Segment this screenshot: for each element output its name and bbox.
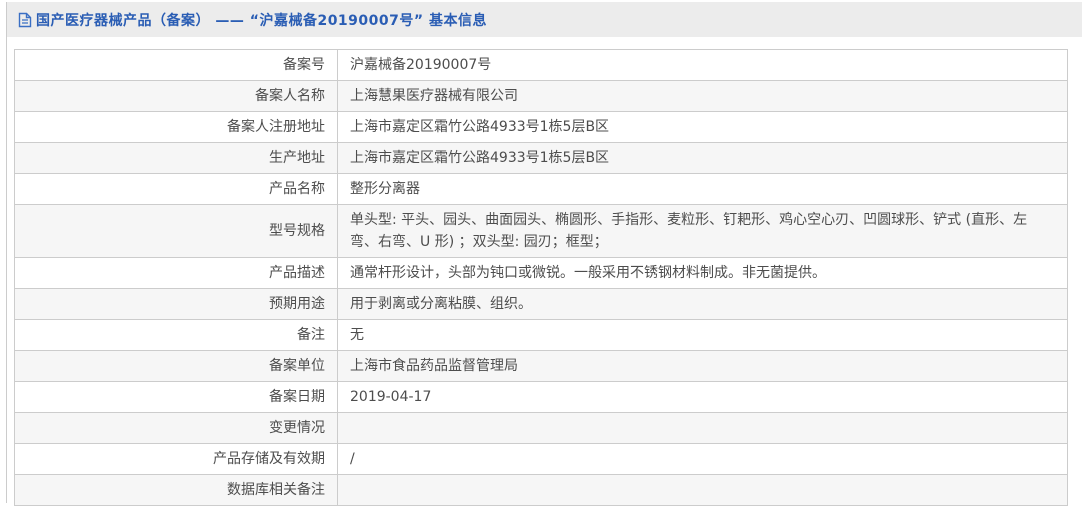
field-value xyxy=(338,413,1068,444)
table-row: 备案人名称 上海慧果医疗器械有限公司 xyxy=(15,81,1068,112)
page-title: 国产医疗器械产品（备案） —— “沪嘉械备20190007号” 基本信息 xyxy=(36,10,487,30)
field-label: 产品描述 xyxy=(15,258,338,289)
field-label: 备案日期 xyxy=(15,382,338,413)
field-label: 备案人注册地址 xyxy=(15,112,338,143)
field-label: 数据库相关备注 xyxy=(15,475,338,506)
page-header: 国产医疗器械产品（备案） —— “沪嘉械备20190007号” 基本信息 xyxy=(7,2,1082,37)
field-label: 备案单位 xyxy=(15,351,338,382)
left-border-line xyxy=(6,2,7,503)
field-label: 型号规格 xyxy=(15,205,338,258)
field-label: 备案人名称 xyxy=(15,81,338,112)
table-row: 预期用途 用于剥离或分离粘膜、组织。 xyxy=(15,289,1068,320)
field-value: 单头型: 平头、园头、曲面园头、椭圆形、手指形、麦粒形、钉耙形、鸡心空心刃、凹圆… xyxy=(338,205,1068,258)
table-row: 备案日期 2019-04-17 xyxy=(15,382,1068,413)
field-label: 生产地址 xyxy=(15,143,338,174)
table-row: 备案号 沪嘉械备20190007号 xyxy=(15,50,1068,81)
field-value: 整形分离器 xyxy=(338,174,1068,205)
registration-info-page: 国产医疗器械产品（备案） —— “沪嘉械备20190007号” 基本信息 备案号… xyxy=(0,0,1082,512)
field-value: 沪嘉械备20190007号 xyxy=(338,50,1068,81)
field-label: 备案号 xyxy=(15,50,338,81)
table-row: 生产地址 上海市嘉定区霜竹公路4933号1栋5层B区 xyxy=(15,143,1068,174)
table-row: 备注 无 xyxy=(15,320,1068,351)
table-row: 变更情况 xyxy=(15,413,1068,444)
table-row: 产品名称 整形分离器 xyxy=(15,174,1068,205)
field-label: 备注 xyxy=(15,320,338,351)
field-label: 预期用途 xyxy=(15,289,338,320)
field-label: 变更情况 xyxy=(15,413,338,444)
field-label: 产品存储及有效期 xyxy=(15,444,338,475)
table-row: 备案单位 上海市食品药品监督管理局 xyxy=(15,351,1068,382)
field-value: 2019-04-17 xyxy=(338,382,1068,413)
field-value xyxy=(338,475,1068,506)
field-value: 用于剥离或分离粘膜、组织。 xyxy=(338,289,1068,320)
document-icon xyxy=(18,12,32,28)
field-value: / xyxy=(338,444,1068,475)
table-body: 备案号 沪嘉械备20190007号 备案人名称 上海慧果医疗器械有限公司 备案人… xyxy=(15,50,1068,506)
table-row: 产品描述 通常杆形设计，头部为钝口或微锐。一般采用不锈钢材料制成。非无菌提供。 xyxy=(15,258,1068,289)
field-value: 上海慧果医疗器械有限公司 xyxy=(338,81,1068,112)
field-label: 产品名称 xyxy=(15,174,338,205)
field-value: 通常杆形设计，头部为钝口或微锐。一般采用不锈钢材料制成。非无菌提供。 xyxy=(338,258,1068,289)
table-row: 数据库相关备注 xyxy=(15,475,1068,506)
field-value: 上海市嘉定区霜竹公路4933号1栋5层B区 xyxy=(338,143,1068,174)
table-row: 备案人注册地址 上海市嘉定区霜竹公路4933号1栋5层B区 xyxy=(15,112,1068,143)
field-value: 无 xyxy=(338,320,1068,351)
registration-info-table: 备案号 沪嘉械备20190007号 备案人名称 上海慧果医疗器械有限公司 备案人… xyxy=(14,49,1068,506)
table-row: 产品存储及有效期 / xyxy=(15,444,1068,475)
field-value: 上海市嘉定区霜竹公路4933号1栋5层B区 xyxy=(338,112,1068,143)
field-value: 上海市食品药品监督管理局 xyxy=(338,351,1068,382)
table-row: 型号规格 单头型: 平头、园头、曲面园头、椭圆形、手指形、麦粒形、钉耙形、鸡心空… xyxy=(15,205,1068,258)
